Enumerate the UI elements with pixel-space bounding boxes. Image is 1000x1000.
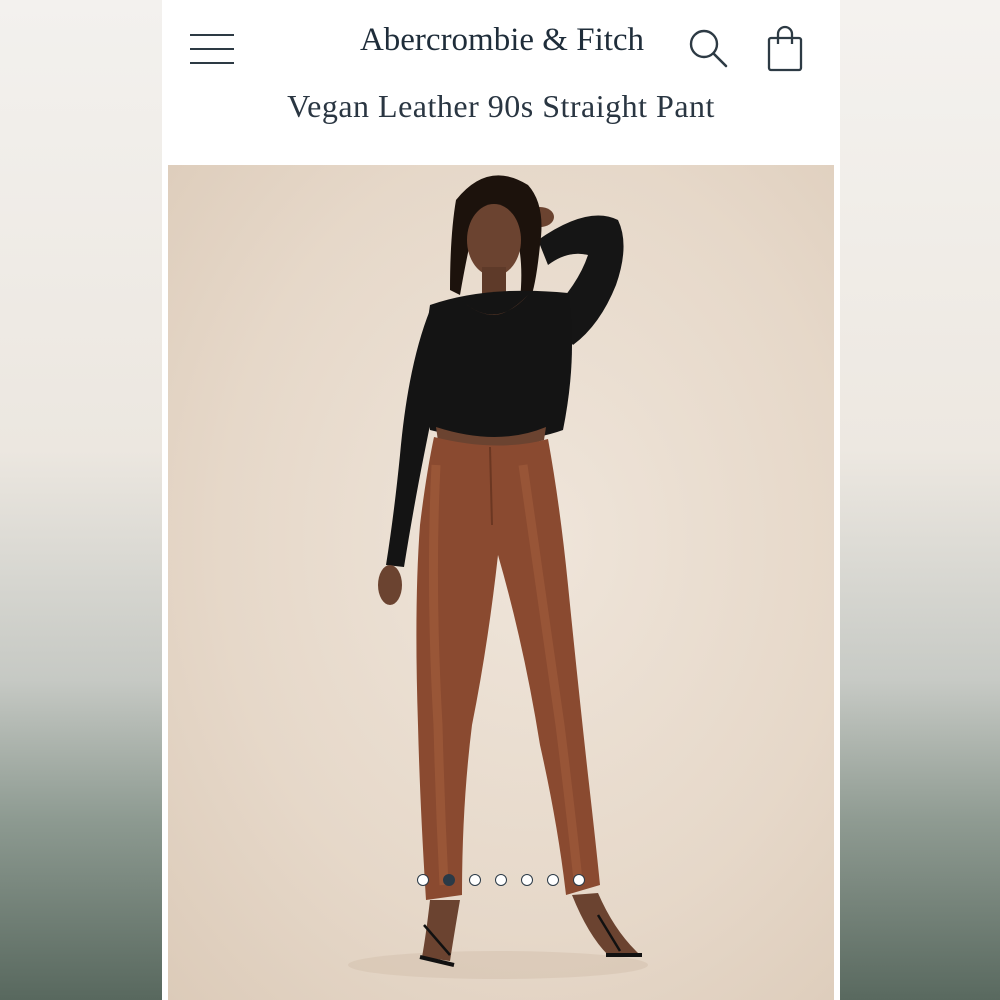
carousel-dot-7[interactable] [573, 874, 585, 887]
carousel-dot-1[interactable] [417, 874, 429, 887]
carousel-dot-4[interactable] [495, 874, 507, 887]
carousel-dot-6[interactable] [547, 874, 559, 887]
brand-logo[interactable]: Abercrombie & Fitch [342, 22, 662, 59]
carousel-indicators [162, 871, 840, 887]
site-header: Abercrombie & Fitch Vegan Leather 90s St… [162, 0, 840, 165]
carousel-dot-5[interactable] [521, 874, 533, 887]
carousel-dot-2[interactable] [443, 874, 455, 887]
product-title: Vegan Leather 90s Straight Pant [287, 88, 715, 124]
search-icon[interactable] [684, 24, 732, 72]
background-right [840, 0, 1000, 1000]
hamburger-menu-icon[interactable] [188, 30, 236, 68]
background-left [0, 0, 162, 1000]
carousel-dot-3[interactable] [469, 874, 481, 887]
shopping-bag-icon[interactable] [762, 24, 810, 76]
phone-screen: Abercrombie & Fitch Vegan Leather 90s St… [162, 0, 840, 1000]
